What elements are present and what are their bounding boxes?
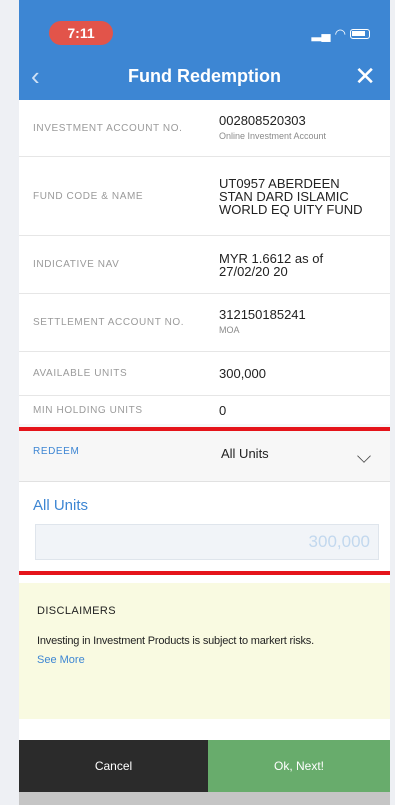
row-fund-code: FUND CODE & NAME UT0957 ABERDEEN STAN DA…	[19, 157, 390, 236]
battery-icon	[350, 29, 370, 39]
row-label: INDICATIVE NAV	[33, 259, 120, 270]
highlight-box	[19, 427, 390, 575]
row-indicative-nav: INDICATIVE NAV MYR 1.6612 as of 27/02/20…	[19, 236, 390, 294]
status-bar: 7:11 ▂▄ ◠	[19, 0, 390, 52]
row-sub: MOA	[219, 325, 240, 335]
row-min-holding: MIN HOLDING UNITS 0	[19, 396, 390, 426]
header-bar: ‹ Fund Redemption ✕	[19, 52, 390, 100]
disclaimer-title: DISCLAIMERS	[37, 605, 116, 617]
disclaimer-panel: DISCLAIMERS Investing in Investment Prod…	[19, 583, 390, 719]
row-label: FUND CODE & NAME	[33, 190, 144, 202]
footer-actions: Cancel Ok, Next!	[19, 740, 390, 792]
signal-icon: ▂▄	[311, 26, 331, 41]
row-value: MYR 1.6612 as of 27/02/20 20	[219, 250, 324, 279]
row-value: 300,000	[219, 366, 266, 381]
row-value: 002808520303	[219, 112, 306, 128]
disclaimer-text: Investing in Investment Products is subj…	[37, 635, 314, 647]
status-icons: ▂▄ ◠	[311, 26, 370, 42]
row-value: UT0957 ABERDEEN STAN DARD ISLAMIC WORLD …	[219, 175, 363, 217]
row-label: MIN HOLDING UNITS	[33, 405, 143, 416]
close-button[interactable]: ✕	[336, 52, 376, 100]
phone-screen: 7:11 ▂▄ ◠ ‹ Fund Redemption ✕ INVESTMENT…	[19, 0, 390, 805]
page-title: Fund Redemption	[128, 65, 281, 86]
back-button[interactable]: ‹	[31, 52, 71, 100]
row-label: AVAILABLE UNITS	[33, 368, 128, 379]
next-button[interactable]: Ok, Next!	[208, 740, 390, 792]
row-value: 312150185241	[219, 307, 306, 322]
row-sub: Online Investment Account	[219, 130, 327, 141]
row-investment-account: INVESTMENT ACCOUNT NO. 002808520303 Onli…	[19, 100, 390, 157]
see-more-link[interactable]: See More	[37, 654, 372, 666]
row-settlement-account: SETTLEMENT ACCOUNT NO. 312150185241 MOA	[19, 294, 390, 352]
row-label: SETTLEMENT ACCOUNT NO.	[33, 317, 185, 328]
wifi-icon: ◠	[334, 26, 346, 41]
bottom-bar	[19, 792, 390, 805]
cancel-button[interactable]: Cancel	[19, 740, 208, 792]
time-pill: 7:11	[49, 21, 113, 45]
row-value: 0	[219, 403, 227, 418]
row-available-units: AVAILABLE UNITS 300,000	[19, 352, 390, 396]
row-label: INVESTMENT ACCOUNT NO.	[33, 122, 183, 134]
